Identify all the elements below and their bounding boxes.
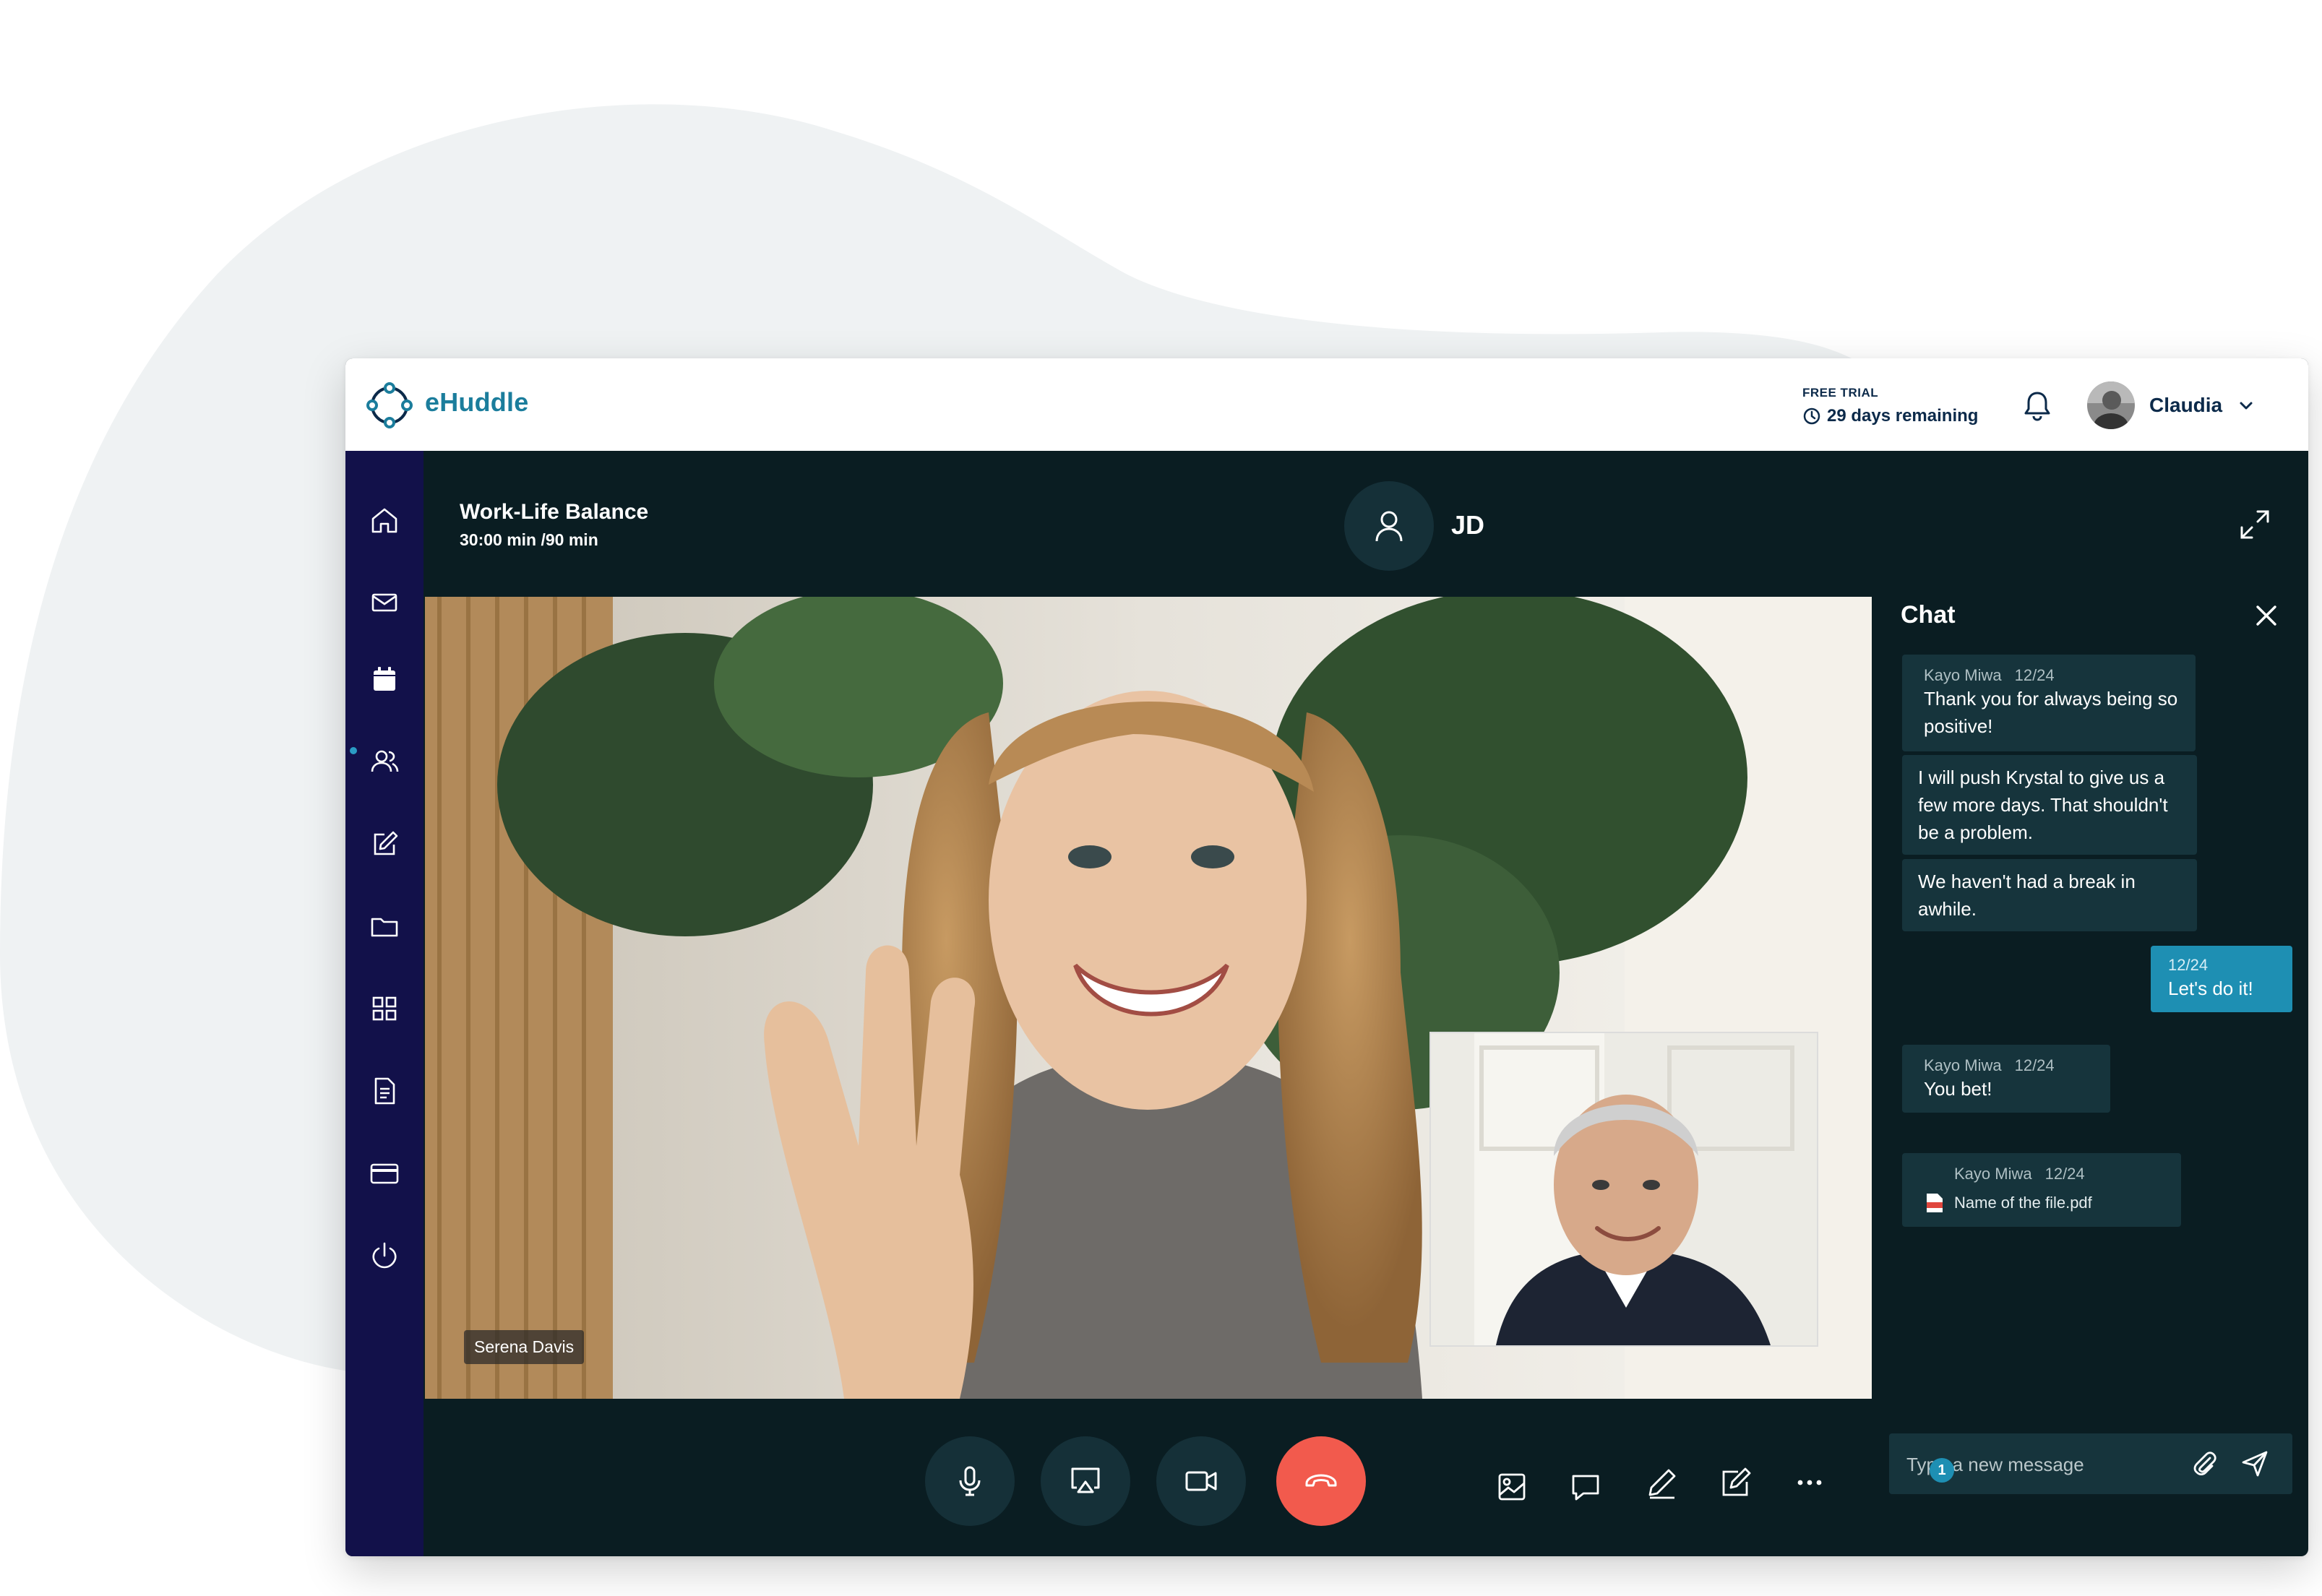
annotate-button[interactable] [1643,1464,1681,1501]
video-camera-icon [1185,1471,1217,1491]
file-name[interactable]: Name of the file.pdf [1954,1194,2092,1212]
sidebar-item-folder[interactable] [363,905,406,948]
chat-message: Kayo Miwa 12/24 Thank you for always bein… [1902,655,2196,751]
sidebar-item-edit[interactable] [363,822,406,866]
image-tool-button[interactable] [1493,1468,1531,1506]
power-icon [372,1242,397,1269]
paperclip-icon[interactable] [2188,1448,2220,1480]
trial-label: FREE TRIAL [1802,386,1879,400]
chat-file-message[interactable]: Kayo Miwa 12/24 Name of the file.pdf [1902,1153,2181,1227]
screen-share-icon [1071,1467,1100,1493]
user-icon [1375,511,1403,542]
sidebar [345,451,423,1556]
more-options-button[interactable] [1791,1464,1828,1501]
clock-icon [1803,407,1820,425]
chat-toggle-button[interactable] [1567,1468,1604,1506]
grid-icon [372,996,397,1021]
app-window: eHuddle FREE TRIAL 29 days remaining Cla… [345,358,2308,1556]
chat-message: I will push Krystal to give us a few mor… [1902,755,2197,855]
card-icon [370,1163,399,1184]
sidebar-item-apps[interactable] [363,987,406,1030]
brand-name: eHuddle [425,387,529,417]
self-view-image [1431,1033,1817,1345]
people-icon [371,750,399,772]
message-date: 12/24 [2044,1165,2085,1183]
message-text: You bet! [1924,1078,1992,1100]
sidebar-item-documents[interactable] [363,1069,406,1113]
calendar-icon [374,667,395,691]
sidebar-item-home[interactable] [363,499,406,542]
message-author: Kayo Miwa [1924,666,2002,684]
microphone-icon [959,1466,981,1496]
speaker-name-tag: Serena Davis [464,1330,585,1364]
chat-message: Kayo Miwa 12/24 You bet! [1902,1045,2110,1113]
image-icon [1498,1473,1526,1501]
top-bar: eHuddle FREE TRIAL 29 days remaining Cla… [345,358,2308,451]
message-text: Thank you for always being so positive! [1924,688,2178,737]
edit-icon [374,831,398,855]
expand-icon[interactable] [2237,507,2272,542]
mute-button[interactable] [925,1436,1015,1526]
sidebar-item-logout[interactable] [363,1234,406,1277]
screen-share-button[interactable] [1041,1436,1130,1526]
sidebar-item-mail[interactable] [363,581,406,624]
message-author: Kayo Miwa [1924,1056,2002,1074]
unread-badge: 1 [1930,1458,1954,1483]
mail-icon [371,593,397,612]
pdf-file-icon [1927,1194,1943,1212]
user-menu[interactable]: Claudia [2087,381,2256,429]
close-icon[interactable] [2252,601,2281,630]
avatar [2087,381,2135,429]
folder-icon [371,918,398,937]
chat-title: Chat [1901,601,1956,629]
whiteboard-icon [1722,1467,1751,1496]
sidebar-item-people[interactable] [363,740,406,783]
document-icon [374,1077,395,1105]
sidebar-item-calendar[interactable] [363,657,406,701]
user-name: Claudia [2149,394,2223,416]
chat-bubble-icon [1572,1475,1599,1501]
pencil-icon [1648,1469,1676,1499]
hang-up-icon [1305,1474,1337,1487]
participant-avatar [1344,481,1434,571]
more-dots-icon [1797,1480,1822,1485]
message-date: 12/24 [2014,1056,2055,1074]
send-icon[interactable] [2239,1448,2271,1480]
message-text: We haven't had a break in awhile. [1918,871,2136,920]
chat-message-own: 12/24 Let's do it! [2151,946,2292,1012]
message-date: 12/24 [2014,666,2055,684]
self-view-video [1429,1032,1818,1347]
active-indicator [350,747,357,754]
ehuddle-logo-icon [366,382,413,428]
meeting-title: Work-Life Balance [460,500,649,524]
whiteboard-button[interactable] [1717,1464,1755,1501]
trial-days-remaining: 29 days remaining [1827,406,1979,426]
message-text: I will push Krystal to give us a few mor… [1918,767,2168,843]
chat-message: We haven't had a break in awhile. [1902,859,2197,931]
message-date: 12/24 [2168,956,2209,974]
message-author: Kayo Miwa [1954,1165,2032,1183]
participant-initials: JD [1451,510,1485,540]
message-text: Let's do it! [2168,978,2253,999]
home-icon [371,508,397,533]
meeting-duration: 30:00 min /90 min [460,530,598,549]
notification-bell-icon[interactable] [2019,387,2055,423]
sidebar-item-billing[interactable] [363,1152,406,1195]
trial-status: FREE TRIAL 29 days remaining [1802,386,1978,426]
chevron-down-icon [2240,402,2253,410]
end-call-button[interactable] [1276,1436,1366,1526]
camera-button[interactable] [1156,1436,1246,1526]
